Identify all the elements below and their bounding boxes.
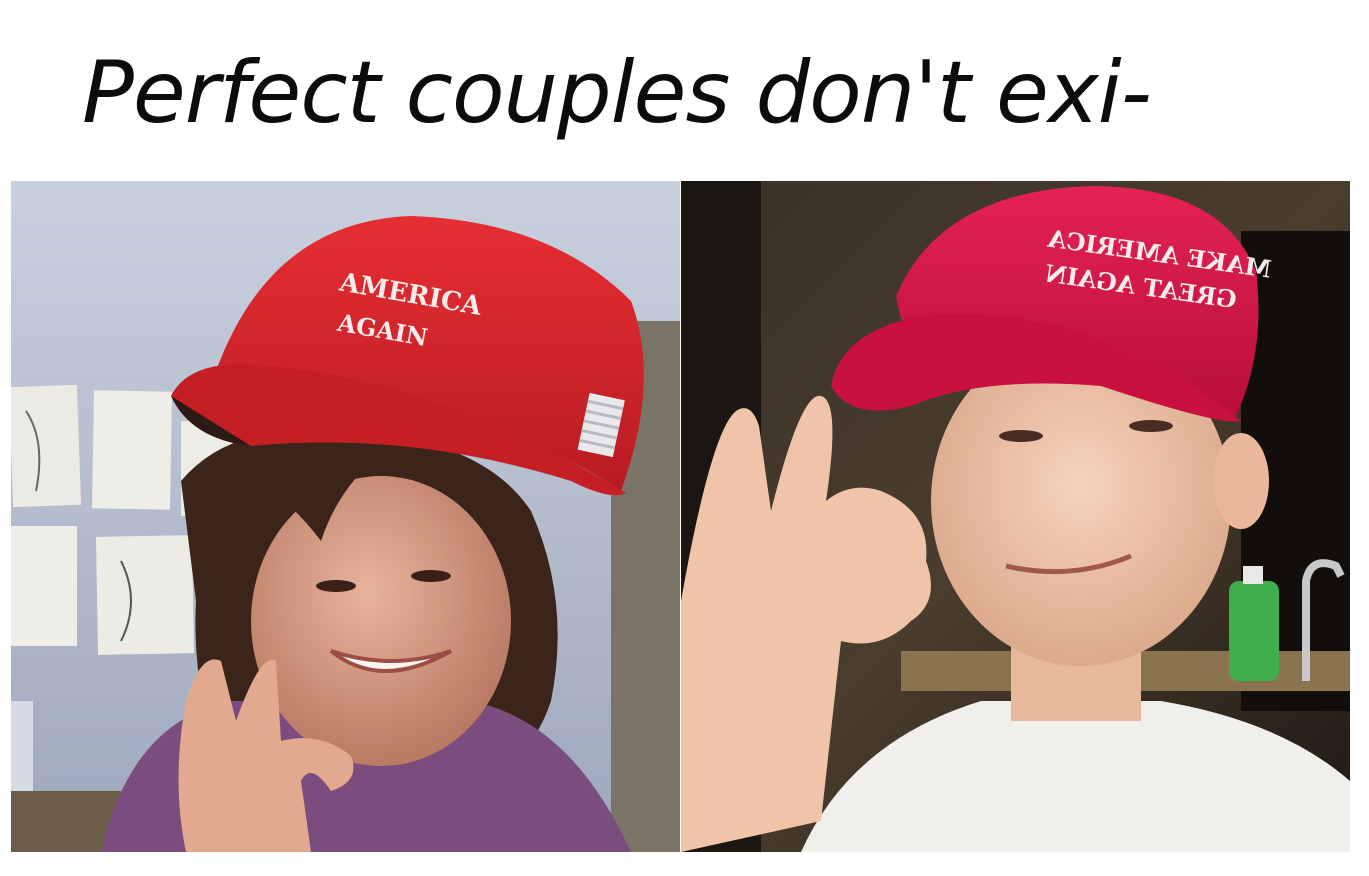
face: [251, 476, 511, 766]
right-photo: MAKE AMERICA GREAT AGAIN: [681, 181, 1350, 852]
soap-bottle: [1229, 581, 1279, 681]
left-photo-illustration: AMERICA AGAIN: [11, 181, 680, 852]
meme-caption: Perfect couples don't exi-: [82, 43, 1152, 143]
left-photo: AMERICA AGAIN: [11, 181, 680, 852]
water-bottle: [11, 701, 33, 791]
right-photo-illustration: MAKE AMERICA GREAT AGAIN: [681, 181, 1350, 852]
